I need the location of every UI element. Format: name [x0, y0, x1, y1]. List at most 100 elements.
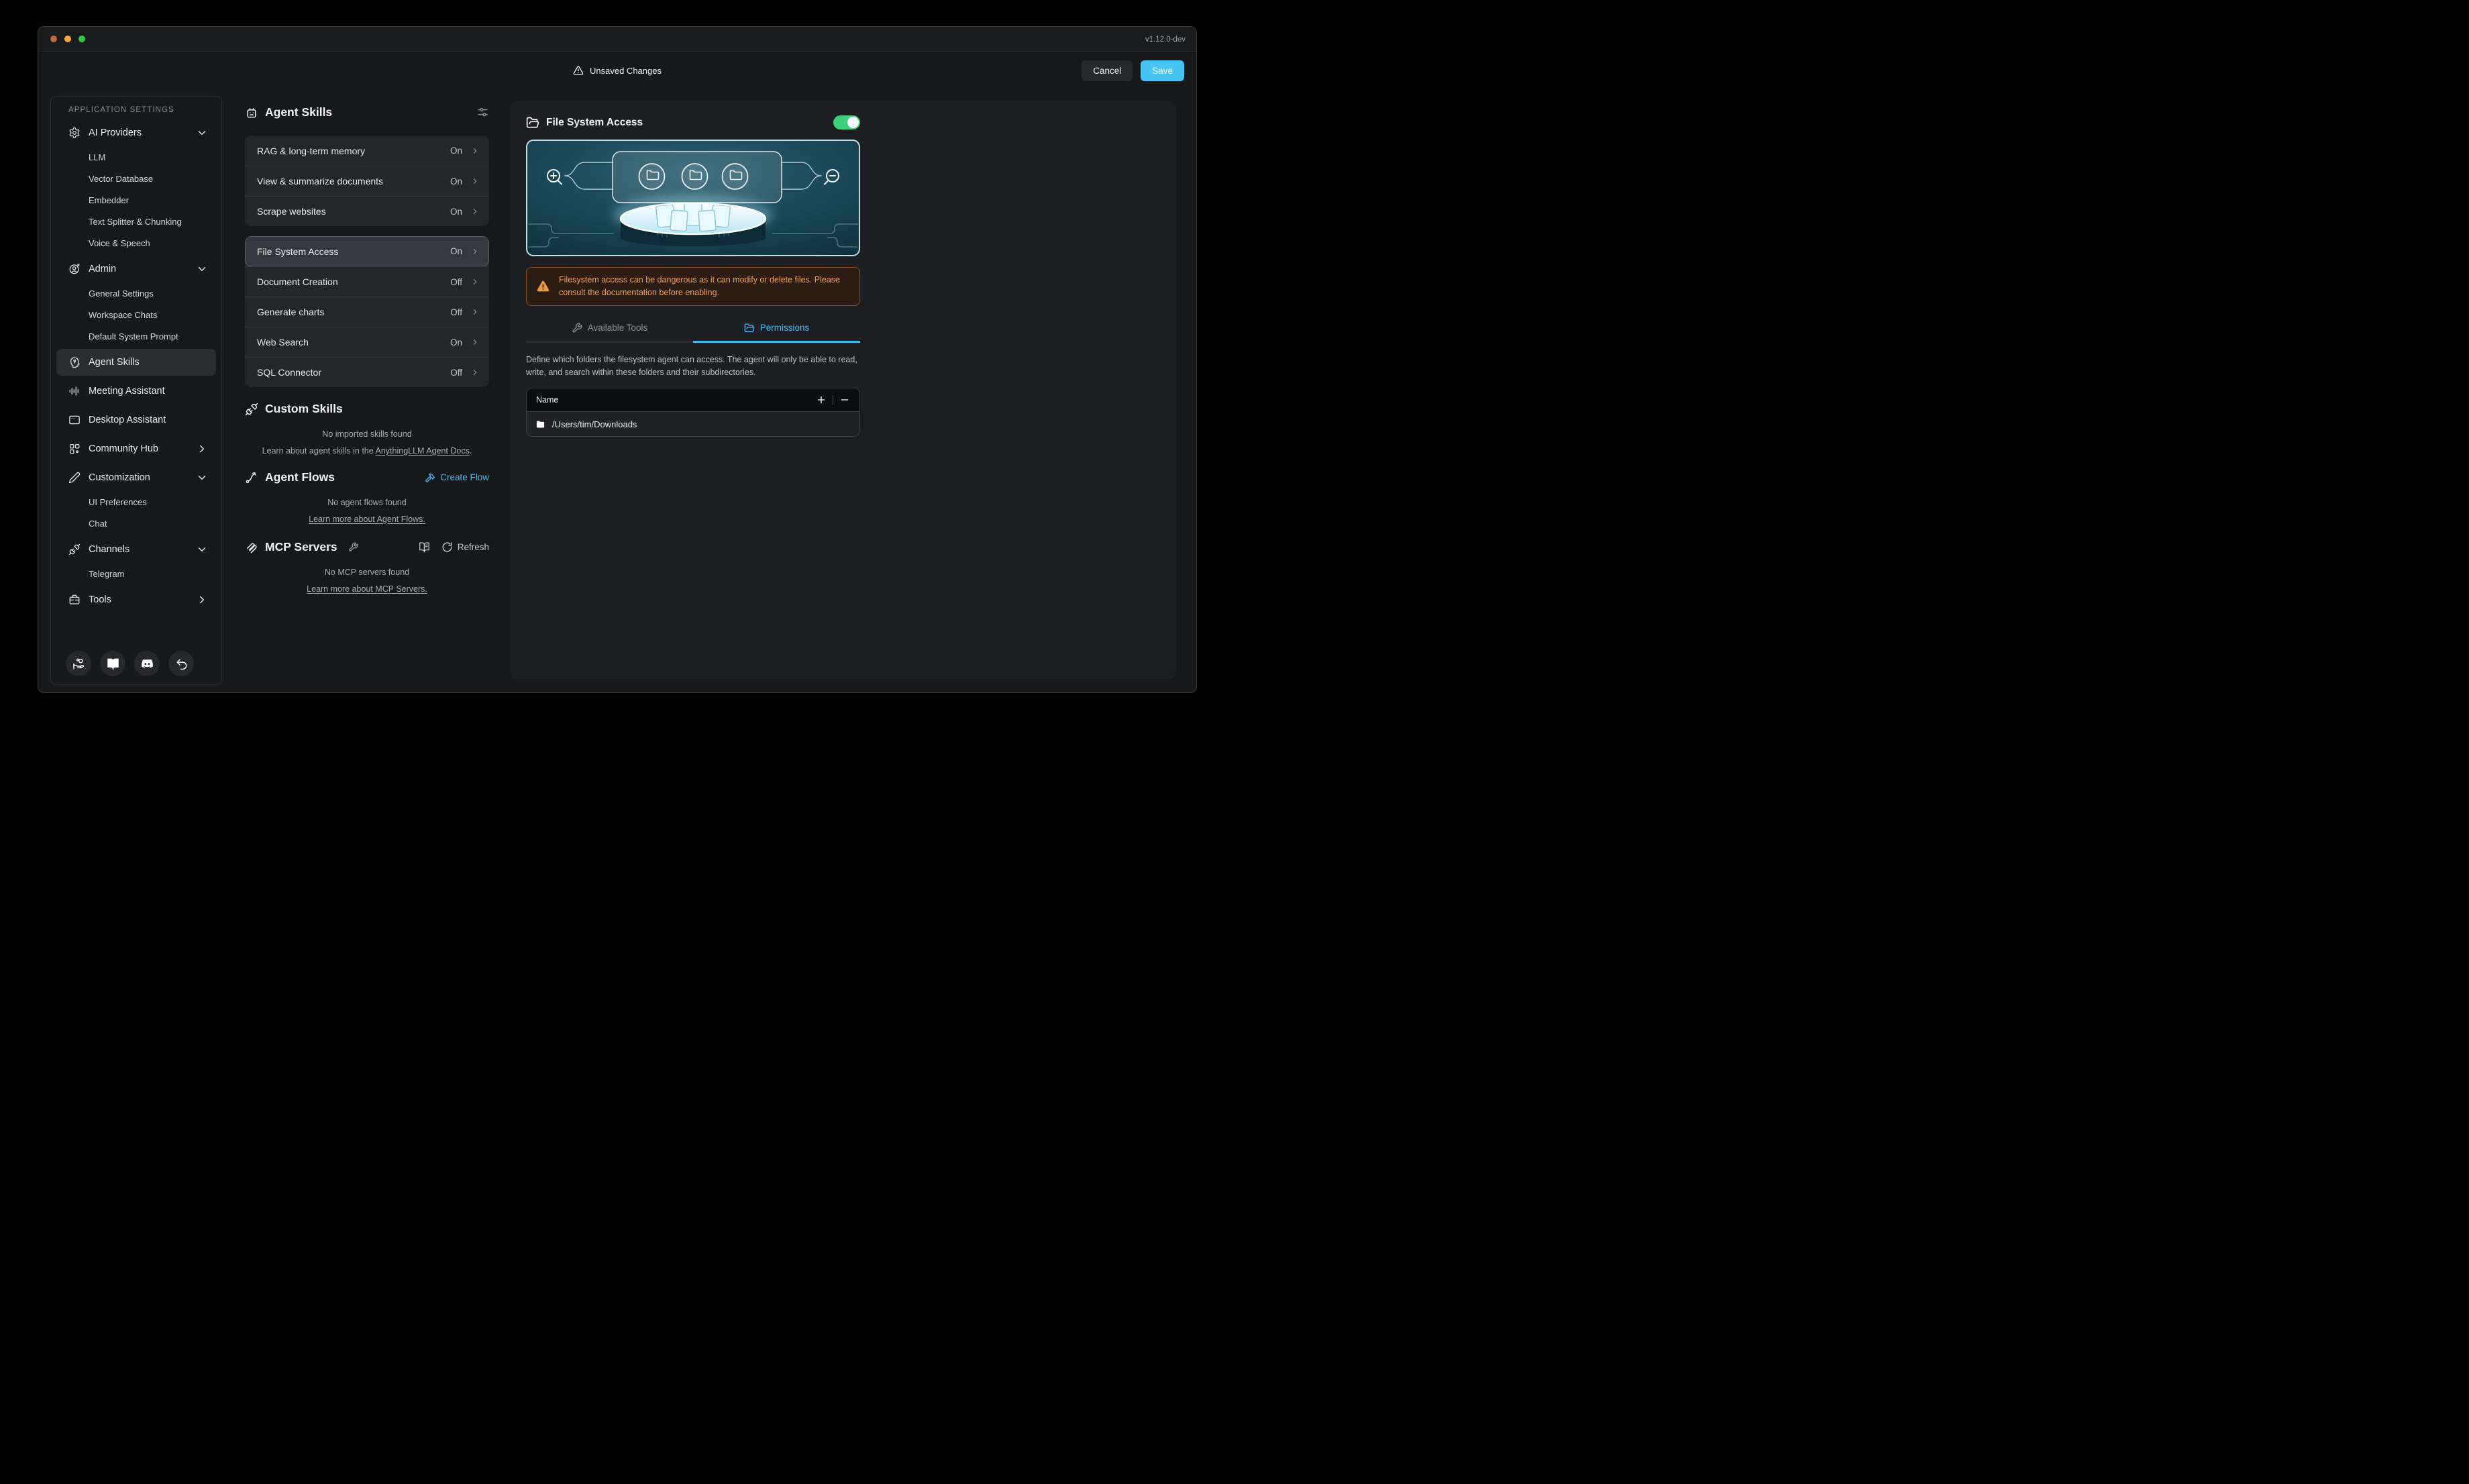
sidebar-item-desktop-assistant[interactable]: Desktop Assistant — [56, 407, 216, 433]
skill-row-file-system-access[interactable]: File System AccessOn — [245, 236, 489, 266]
traffic-lights — [50, 36, 85, 42]
sidebar-item-general-settings[interactable]: General Settings — [56, 282, 216, 304]
minimize-window-button[interactable] — [64, 36, 71, 42]
skill-label: Generate charts — [257, 307, 324, 317]
sidebar-item-customization[interactable]: Customization — [56, 464, 216, 491]
skill-state: On — [450, 337, 462, 348]
sidebar-item-meeting-assistant[interactable]: Meeting Assistant — [56, 378, 216, 405]
add-folder-button[interactable] — [816, 394, 827, 405]
sidebar-item-ui-preferences[interactable]: UI Preferences — [56, 491, 216, 513]
settings-sidebar: APPLICATION SETTINGS AI ProvidersLLMVect… — [50, 96, 222, 685]
detail-panel: File System Access — [510, 101, 1176, 679]
app-window: v1.12.0-dev Unsaved Changes Cancel Save … — [38, 26, 1197, 693]
sidebar-item-agent-skills[interactable]: Agent Skills — [56, 349, 216, 376]
sidebar-item-default-system-prompt[interactable]: Default System Prompt — [56, 325, 216, 347]
folder-icon — [535, 419, 545, 429]
flow-icon — [245, 471, 258, 484]
sidebar-item-label: Meeting Assistant — [89, 386, 165, 396]
skill-label: SQL Connector — [257, 367, 321, 378]
tab-permissions[interactable]: Permissions — [693, 322, 860, 343]
sidebar-item-label: Chat — [89, 519, 107, 529]
mcp-refresh-button[interactable]: Refresh — [441, 541, 489, 553]
skills-filter-button[interactable] — [476, 106, 489, 119]
close-window-button[interactable] — [50, 36, 57, 42]
agent-docs-link[interactable]: AnythingLLM Agent Docs — [376, 446, 470, 456]
skill-row-web-search[interactable]: Web SearchOn — [245, 327, 489, 357]
sidebar-item-workspace-chats[interactable]: Workspace Chats — [56, 304, 216, 325]
detail-header: File System Access — [526, 115, 860, 129]
folder-open-icon — [744, 323, 755, 333]
custom-skills-title: Custom Skills — [265, 402, 343, 416]
mcp-servers-title: MCP Servers — [265, 540, 337, 554]
skill-row-document-creation[interactable]: Document CreationOff — [245, 266, 489, 297]
custom-skills-learn: Learn about agent skills in the Anything… — [245, 446, 489, 456]
agent-flows-link[interactable]: Learn more about Agent Flows. — [309, 515, 425, 524]
permissions-description: Define which folders the filesystem agen… — [526, 354, 860, 380]
cancel-button[interactable]: Cancel — [1082, 60, 1133, 81]
support-button[interactable] — [66, 651, 91, 676]
wrench-icon — [348, 542, 358, 552]
skill-label: Document Creation — [257, 276, 338, 287]
skill-group: File System AccessOnDocument CreationOff… — [245, 236, 489, 387]
discord-icon — [141, 657, 154, 670]
chev-right-icon — [470, 247, 480, 256]
sidebar-item-label: Admin — [89, 264, 116, 274]
custom-skills-header: Custom Skills — [245, 402, 489, 416]
undo-icon — [175, 657, 188, 670]
sidebar-item-channels[interactable]: Channels — [56, 536, 216, 563]
create-flow-button[interactable]: Create Flow — [425, 472, 489, 483]
chev-right-icon — [196, 594, 208, 606]
sidebar-nav: AI ProvidersLLMVector DatabaseEmbedderTe… — [56, 119, 216, 616]
discord-button[interactable] — [134, 651, 160, 676]
chev-down-icon — [196, 127, 208, 139]
gear-icon — [68, 127, 81, 139]
mcp-servers-link[interactable]: Learn more about MCP Servers. — [307, 584, 427, 594]
agent-skills-title: Agent Skills — [265, 105, 332, 119]
permission-folder-row[interactable]: /Users/tim/Downloads — [527, 411, 859, 436]
sidebar-item-telegram[interactable]: Telegram — [56, 563, 216, 584]
sidebar-item-llm[interactable]: LLM — [56, 146, 216, 168]
back-button[interactable] — [168, 651, 194, 676]
warning-icon — [573, 65, 584, 76]
filesystem-warning-banner: Filesystem access can be dangerous as it… — [526, 267, 860, 306]
sidebar-item-embedder[interactable]: Embedder — [56, 189, 216, 211]
sidebar-item-label: Workspace Chats — [89, 310, 157, 320]
detail-tabs: Available ToolsPermissions — [526, 322, 860, 343]
skill-row-scrape-websites[interactable]: Scrape websitesOn — [245, 196, 489, 226]
sidebar-footer — [56, 651, 216, 676]
sidebar-item-admin[interactable]: Admin — [56, 256, 216, 282]
mcp-servers-header: MCP Servers Refresh — [245, 540, 489, 554]
skill-state: On — [450, 176, 462, 187]
sidebar-heading: APPLICATION SETTINGS — [68, 106, 216, 114]
skill-state: On — [450, 146, 462, 156]
skill-row-generate-charts[interactable]: Generate chartsOff — [245, 297, 489, 327]
remove-folder-button[interactable] — [839, 394, 850, 405]
detail-title: File System Access — [546, 117, 643, 129]
zoom-window-button[interactable] — [78, 36, 85, 42]
sidebar-item-label: UI Preferences — [89, 497, 147, 507]
tab-available-tools[interactable]: Available Tools — [526, 322, 693, 343]
sidebar-item-community-hub[interactable]: Community Hub — [56, 435, 216, 462]
skill-label: RAG & long-term memory — [257, 146, 365, 156]
mcp-servers-learn: Learn more about MCP Servers. — [245, 584, 489, 594]
skill-group: RAG & long-term memoryOnView & summarize… — [245, 136, 489, 226]
sidebar-item-ai-providers[interactable]: AI Providers — [56, 119, 216, 146]
mcp-docs-button[interactable] — [419, 541, 430, 553]
brain-head-icon — [68, 356, 81, 368]
chev-down-icon — [196, 543, 208, 555]
sidebar-item-text-splitter-chunking[interactable]: Text Splitter & Chunking — [56, 211, 216, 232]
sidebar-item-vector-database[interactable]: Vector Database — [56, 168, 216, 189]
docs-button[interactable] — [100, 651, 125, 676]
filesystem-access-toggle[interactable] — [833, 115, 860, 129]
skill-row-sql-connector[interactable]: SQL ConnectorOff — [245, 357, 489, 387]
sidebar-item-label: Telegram — [89, 569, 124, 579]
skill-row-rag-long-term-memory[interactable]: RAG & long-term memory On — [245, 136, 489, 166]
save-button[interactable]: Save — [1141, 60, 1184, 81]
sidebar-item-voice-speech[interactable]: Voice & Speech — [56, 232, 216, 254]
chev-right-icon — [470, 337, 480, 347]
sidebar-item-experimental-features[interactable]: Experimental Features — [56, 615, 216, 616]
skill-row-view-summarize-documents[interactable]: View & summarize documentsOn — [245, 166, 489, 196]
sidebar-item-tools[interactable]: Tools — [56, 586, 216, 613]
skill-state: On — [450, 207, 462, 217]
sidebar-item-chat[interactable]: Chat — [56, 513, 216, 534]
